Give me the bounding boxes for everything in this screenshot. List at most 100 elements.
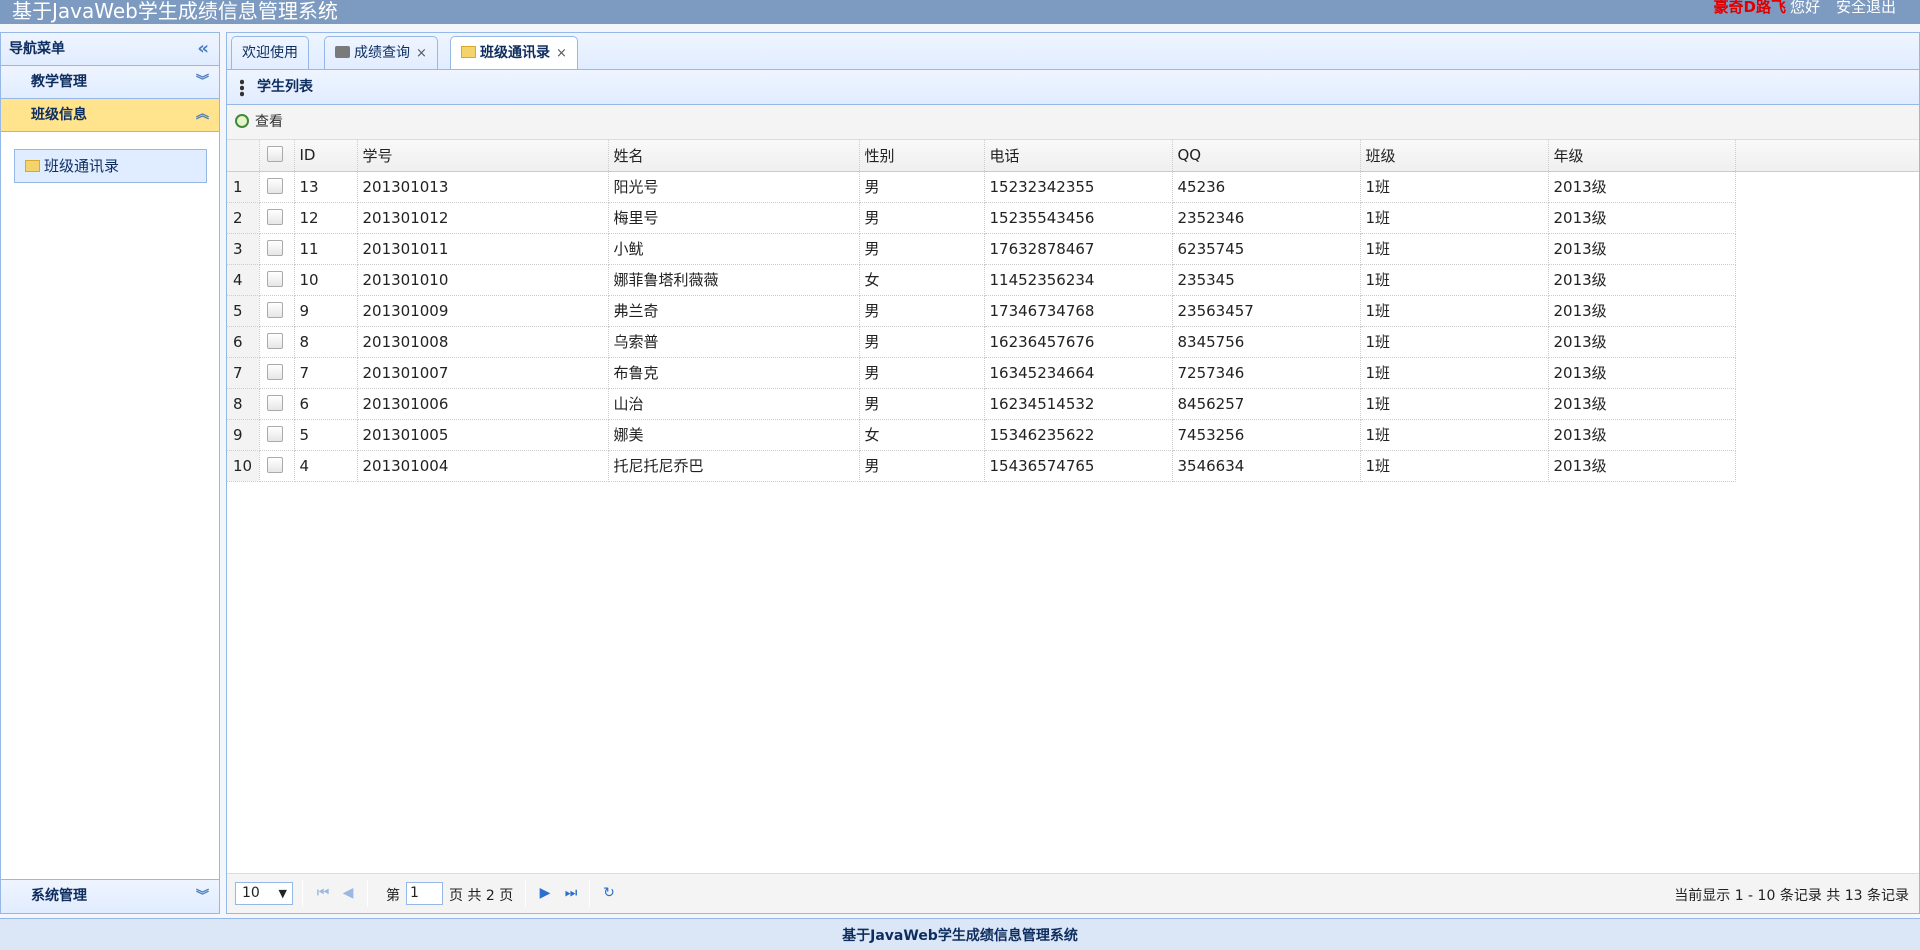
select-all-checkbox[interactable] (266, 146, 283, 163)
row-checkbox[interactable] (266, 208, 283, 225)
table-cell: 1班 (1360, 171, 1549, 203)
table-cell: 1班 (1360, 419, 1549, 451)
row-checkbox[interactable] (266, 301, 283, 318)
tab-welcome[interactable]: 欢迎使用 (231, 36, 309, 72)
row-checkbox[interactable] (266, 177, 283, 194)
table-cell: 弗兰奇 (608, 295, 860, 327)
table-row[interactable]: 5 9 201301009 弗兰奇男 17346734768 23563457 1班 2013… (227, 295, 1919, 327)
table-cell: 2352346 (1172, 202, 1361, 234)
table-cell: 201301010 (357, 264, 609, 296)
sidebar-group-system[interactable]: 系统管理 ︾ (1, 879, 219, 913)
panel-header: 学生列表 (227, 70, 1919, 105)
table-row[interactable]: 7 7 201301007 布鲁克男 16345234664 7257346 1班 2013级 (227, 357, 1919, 389)
footer-text: 基于JavaWeb学生成绩信息管理系统 (842, 928, 1078, 944)
row-checkbox[interactable] (266, 425, 283, 442)
table-row[interactable]: 10 4 201301004 托尼托尼乔巴男 15436574765 3546634 1班 2… (227, 450, 1919, 482)
sidebar-title-label: 导航菜单 (9, 41, 65, 57)
table-row[interactable]: 6 8 201301008 乌索普男 16236457676 8345756 1班 2013级 (227, 326, 1919, 358)
table-cell: 1班 (1360, 233, 1549, 265)
chevron-down-icon: ︾ (195, 889, 209, 904)
sidebar-title: 导航菜单 « (1, 33, 219, 66)
table-cell: 6 (294, 388, 358, 420)
row-checkbox[interactable] (266, 239, 283, 256)
table-row[interactable]: 1 13 201301013 阳光号男 15232342355 45236 1班 2013级 (227, 171, 1919, 203)
row-checkbox[interactable] (266, 363, 283, 380)
row-checkbox[interactable] (266, 270, 283, 287)
prev-page-button[interactable]: ◀ (337, 882, 359, 904)
view-button[interactable]: 查看 (235, 114, 283, 130)
last-page-button[interactable]: ⏭ (560, 882, 582, 904)
table-cell: 2013级 (1548, 388, 1736, 420)
collapse-left-icon[interactable]: « (197, 33, 209, 65)
tab-label: 成绩查询 (354, 45, 410, 61)
row-number: 7 (227, 357, 260, 389)
col-header[interactable]: 姓名 (608, 140, 860, 172)
refresh-icon[interactable]: ↻ (598, 882, 620, 904)
sidebar-group-label: 系统管理 (31, 888, 87, 904)
table-row[interactable]: 8 6 201301006 山治男 16234514532 8456257 1班 2013级 (227, 388, 1919, 420)
col-header[interactable]: 班级 (1360, 140, 1549, 172)
table-cell: 45236 (1172, 171, 1361, 203)
row-checkbox[interactable] (266, 394, 283, 411)
table-cell: 15235543456 (984, 202, 1173, 234)
first-page-button[interactable]: ⏮ (312, 882, 334, 904)
table-row[interactable]: 2 12 201301012 梅里号男 15235543456 2352346 1班 2013… (227, 202, 1919, 234)
col-header[interactable]: ID (294, 140, 358, 172)
main-area: 欢迎使用 成绩查询 × 班级通讯录 × 学生列表 查看 ID 学号 姓名 性别 … (226, 32, 1920, 914)
sidebar-group-class-info[interactable]: 班级信息 ︽ (1, 99, 219, 132)
page-size-select[interactable]: 10 ▼ (235, 882, 293, 905)
row-checkbox-cell (259, 202, 295, 234)
sidebar-item-class-contacts[interactable]: 班级通讯录 (14, 149, 207, 183)
tab-class-contacts[interactable]: 班级通讯录 × (450, 36, 578, 72)
table-cell: 男 (859, 450, 985, 482)
row-filler (1735, 202, 1919, 233)
caret-down-icon: ▼ (278, 887, 287, 900)
pager-separator (302, 880, 303, 907)
row-checkbox-cell (259, 264, 295, 296)
table-cell: 2013级 (1548, 357, 1736, 389)
page-number-input[interactable]: 1 (406, 882, 443, 905)
table-cell: 乌索普 (608, 326, 860, 358)
col-header[interactable]: 年级 (1548, 140, 1736, 172)
row-number: 4 (227, 264, 260, 296)
table-cell: 1班 (1360, 388, 1549, 420)
table-cell: 7257346 (1172, 357, 1361, 389)
row-checkbox[interactable] (266, 456, 283, 473)
greeting-text: 您好 (1789, 0, 1820, 16)
col-header[interactable]: QQ (1172, 140, 1361, 172)
col-header[interactable]: 学号 (357, 140, 609, 172)
app-title: 基于JavaWeb学生成绩信息管理系统 (12, 0, 338, 23)
folder-icon (25, 160, 40, 172)
table-cell: 16234514532 (984, 388, 1173, 420)
table-cell: 1班 (1360, 450, 1549, 482)
row-filler (1735, 326, 1919, 357)
user-name: 豪奇D路飞 (1713, 0, 1786, 16)
row-checkbox-cell (259, 326, 295, 358)
chevron-down-icon: ︾ (195, 74, 209, 89)
next-page-button[interactable]: ▶ (534, 882, 556, 904)
close-icon[interactable]: × (556, 46, 567, 61)
more-vertical-icon (240, 79, 244, 97)
table-row[interactable]: 9 5 201301005 娜美女 15346235622 7453256 1班 2013级 (227, 419, 1919, 451)
table-row[interactable]: 4 10 201301010 娜菲鲁塔利薇薇女 11452356234 235345 1班 2… (227, 264, 1919, 296)
pagination-bar: 10 ▼ ⏮ ◀ 第 1 页 共 2 页 ▶ ⏭ ↻ 当前显示 1 - 10 条记… (227, 873, 1919, 913)
col-header[interactable]: 电话 (984, 140, 1173, 172)
table-row[interactable]: 3 11 201301011 小鱿男 17632878467 6235745 1班 2013级 (227, 233, 1919, 265)
sidebar-group-teaching[interactable]: 教学管理 ︾ (1, 66, 219, 99)
table-cell: 2013级 (1548, 326, 1736, 358)
sidebar-group-label: 教学管理 (31, 74, 87, 90)
row-filler (1735, 233, 1919, 264)
table-cell: 10 (294, 264, 358, 296)
table-cell: 201301007 (357, 357, 609, 389)
table-header-row: ID 学号 姓名 性别 电话 QQ 班级 年级 (227, 140, 1919, 172)
close-icon[interactable]: × (416, 46, 427, 61)
tab-score-query[interactable]: 成绩查询 × (324, 36, 438, 72)
logout-link[interactable]: 安全退出 (1836, 0, 1896, 16)
row-checkbox[interactable] (266, 332, 283, 349)
table-cell: 托尼托尼乔巴 (608, 450, 860, 482)
table-cell: 娜美 (608, 419, 860, 451)
table-cell: 8456257 (1172, 388, 1361, 420)
col-header[interactable]: 性别 (859, 140, 985, 172)
user-area: 豪奇D路飞 您好 安全退出 (1714, 0, 1896, 16)
sidebar-group-label: 班级信息 (31, 107, 87, 123)
